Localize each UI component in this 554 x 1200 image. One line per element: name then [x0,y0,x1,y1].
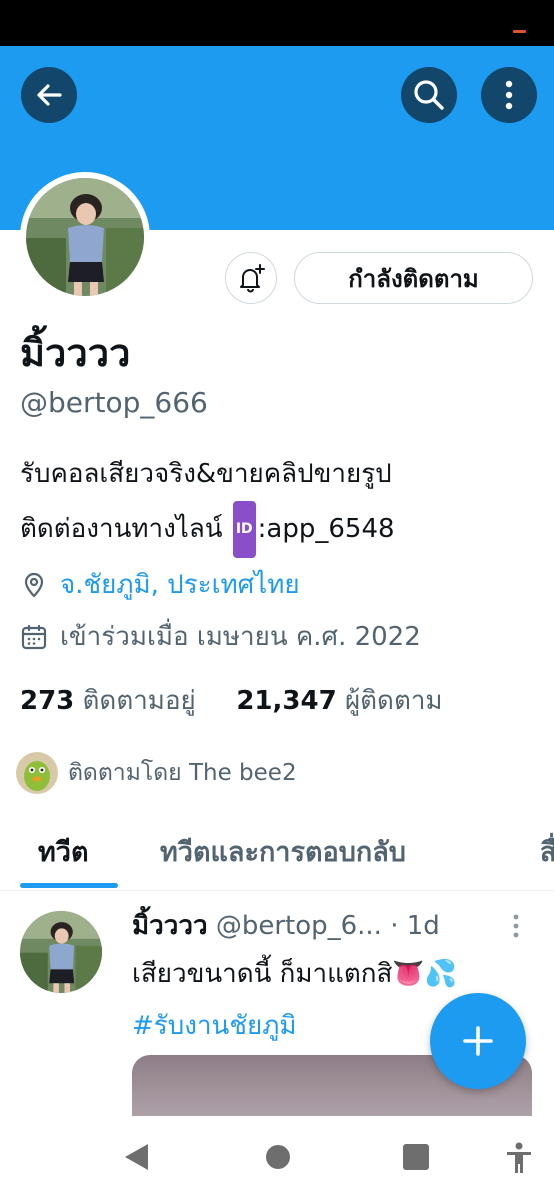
follower-avatar [16,752,58,794]
tweet-time: · 1d [390,911,440,941]
tab-tweets-replies[interactable]: ทวีตและการตอบกลับ [160,830,406,873]
followed-by-text: ติดตามโดย The bee2 [68,760,297,786]
arrow-left-icon [37,84,62,106]
followers-link[interactable]: 21,347 ผู้ติดตาม [236,686,442,716]
tweet-avatar[interactable] [20,911,102,993]
search-icon [414,80,444,110]
triangle-back-icon [125,1144,148,1170]
search-button[interactable] [401,67,457,123]
location-pin-icon [24,572,44,598]
compose-tweet-button[interactable] [430,993,526,1089]
following-count: 273 [20,686,75,716]
display-name: มิ้วววว [20,331,131,375]
location[interactable]: จ.ชัยภูมิ, ประเทศไทย [20,564,300,605]
avatar-photo [26,178,144,296]
back-button[interactable] [21,67,77,123]
tweet-hashtag[interactable]: #รับงานชัยภูมิ [132,1005,296,1046]
circle-home-icon [266,1145,290,1169]
tweet-author-handle[interactable]: @bertop_6... [216,911,382,941]
handle: @bertop_666 [20,386,208,419]
bio-text: :app_6548 [257,514,395,544]
bio: รับคอลเสียวจริง&ขายคลิปขายรูป ติดต่องานท… [20,448,395,558]
tweet-author-name[interactable]: มิ้วววว [132,911,208,941]
calendar-icon [21,624,47,649]
bio-line: ติดต่องานทางไลน์ ID:app_6548 [20,501,395,558]
nav-accessibility-button[interactable] [505,1142,533,1178]
notifications-button[interactable] [225,252,277,304]
status-indicator [513,30,526,33]
status-bar [0,0,554,46]
following-link[interactable]: 273 ติดตามอยู่ [20,686,196,716]
nav-home-button[interactable] [264,1142,292,1176]
followers-count: 21,347 [236,686,337,716]
tweet-header: มิ้วววว @bertop_6... · 1d [132,905,440,946]
more-button[interactable] [481,67,537,123]
more-vertical-icon [505,80,513,110]
nav-recents-button[interactable] [402,1142,430,1176]
follow-stats: 273 ติดตามอยู่ 21,347 ผู้ติดตาม [20,680,443,721]
join-date-text: เข้าร่วมเมื่อ เมษายน ค.ศ. 2022 [60,622,421,652]
nav-back-button[interactable] [122,1142,150,1176]
following-label: ติดตามอยู่ [82,686,196,716]
plus-icon [463,1026,493,1056]
more-vertical-icon [513,914,519,938]
followed-by[interactable]: ติดตามโดย The bee2 [16,752,297,794]
bio-line: รับคอลเสียวจริง&ขายคลิปขายรูป [20,459,392,489]
accessibility-icon [507,1142,531,1173]
tweet-text: เสียวขนาดนี้ ก็มาแตกสิ👅💦 [132,959,458,989]
system-nav-bar [0,1116,554,1200]
square-recents-icon [403,1144,429,1170]
followers-label: ผู้ติดตาม [344,686,443,716]
following-button[interactable]: กำลังติดตาม [294,252,533,304]
tweet-more-button[interactable] [512,913,520,943]
tab-media[interactable]: สื่ [540,830,554,873]
join-date: เข้าร่วมเมื่อ เมษายน ค.ศ. 2022 [20,616,421,657]
profile-avatar[interactable] [20,172,150,302]
id-badge: ID [232,501,256,558]
location-text: จ.ชัยภูมิ, ประเทศไทย [60,570,300,600]
profile-tabs: ทวีต ทวีตและการตอบกลับ สื่ [0,810,554,891]
tab-tweets[interactable]: ทวีต [38,830,89,873]
bell-plus-icon [240,264,265,293]
active-tab-indicator [20,883,118,888]
bio-text: ติดต่องานทางไลน์ [20,514,231,544]
